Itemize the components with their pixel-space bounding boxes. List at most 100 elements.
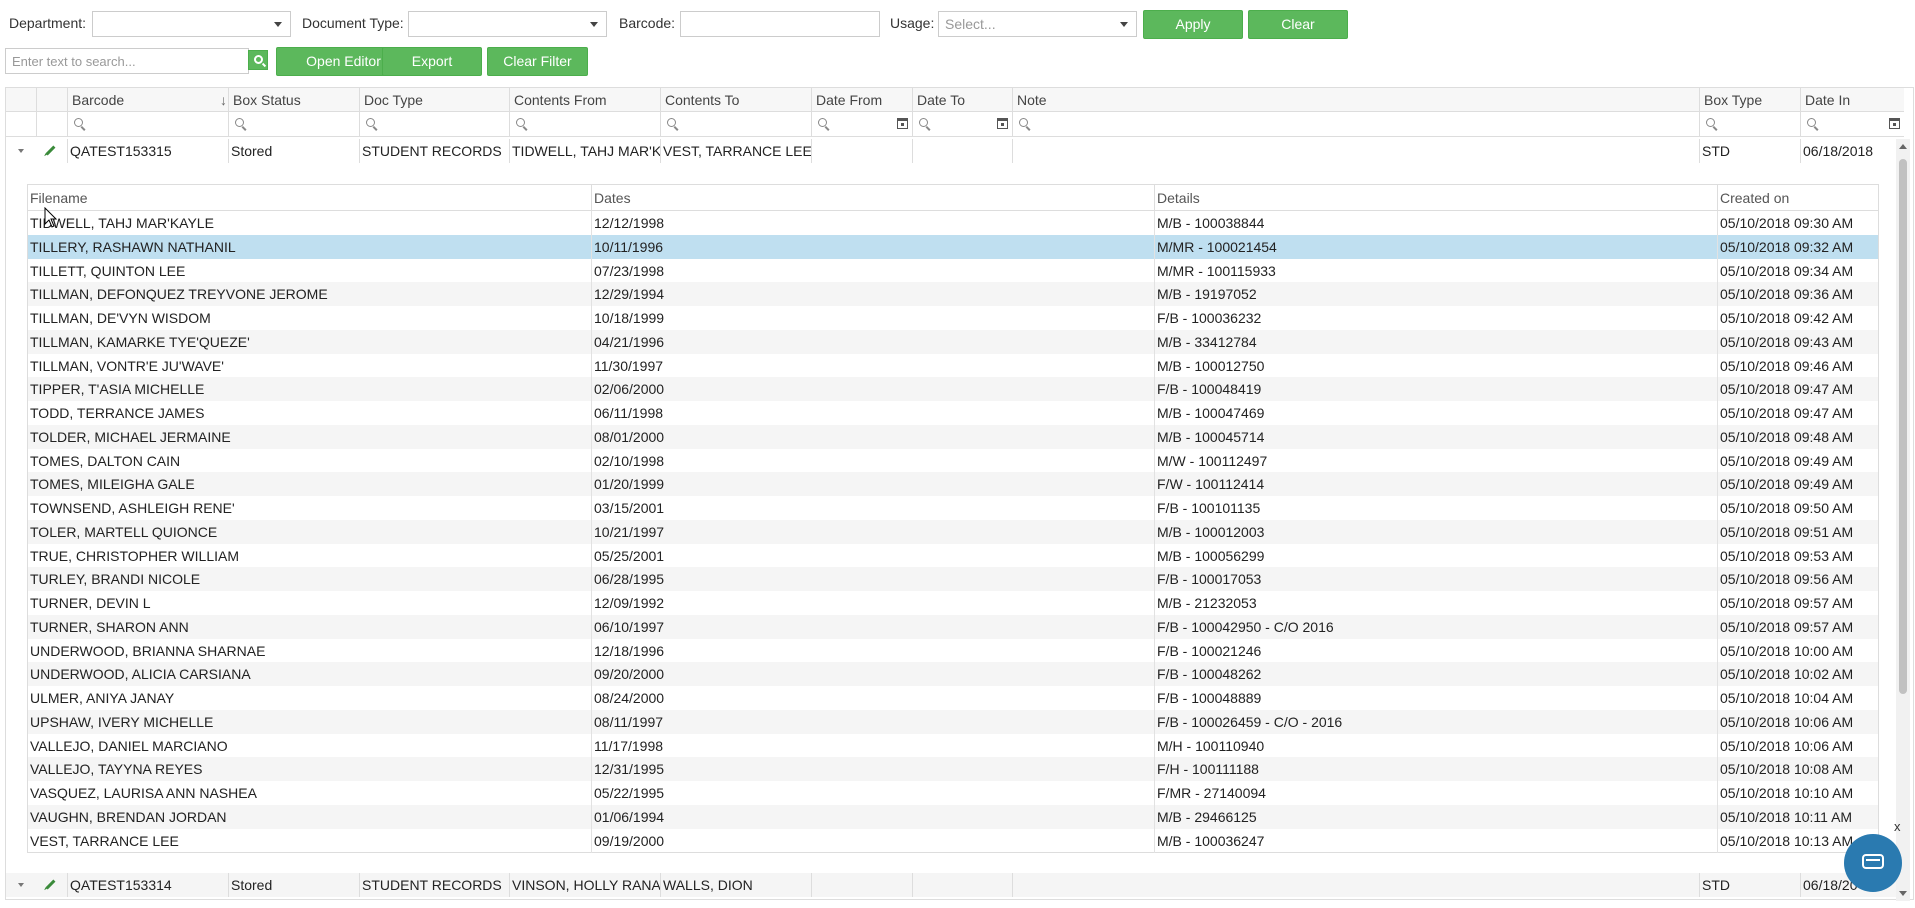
detail-row[interactable]: TOMES, MILEIGHA GALE 01/20/1999 F/W - 1001… xyxy=(28,472,1878,497)
detail-row[interactable]: TRUE, CHRISTOPHER WILLIAM 05/25/2001 M/B -… xyxy=(28,543,1881,568)
clear-filter-button[interactable]: Clear Filter xyxy=(487,47,588,76)
filter-doc-type[interactable] xyxy=(359,112,510,136)
detail-row[interactable]: UPSHAW, IVERY MICHELLE 08/11/1997 F/B - 10… xyxy=(28,709,1878,734)
col-details[interactable]: Details xyxy=(1154,185,1720,211)
col-box-status[interactable]: Box Status xyxy=(228,88,364,112)
col-doc-type[interactable]: Doc Type xyxy=(359,88,514,112)
detail-created-on: 05/10/2018 09:30 AM xyxy=(1717,211,1881,235)
detail-filename: VALLEJO, TAYYNA REYES xyxy=(30,761,203,778)
col-created-on[interactable]: Created on xyxy=(1717,185,1881,211)
detail-filename: VASQUEZ, LAURISA ANN NASHEA xyxy=(30,785,257,801)
detail-row[interactable]: TIPPER, T'ASIA MICHELLE 02/06/2000 F/B - 1… xyxy=(28,377,1878,402)
detail-filename: TILLMAN, DE'VYN WISDOM xyxy=(30,310,211,326)
detail-row[interactable]: ULMER, ANIYA JANAY 08/24/2000 F/B - 100048… xyxy=(28,686,1878,710)
filter-box-status[interactable] xyxy=(228,112,360,136)
barcode-input[interactable] xyxy=(680,11,880,37)
col-contents-to[interactable]: Contents To xyxy=(660,88,816,112)
detail-row[interactable]: TURLEY, BRANDI NICOLE 06/28/1995 F/B - 100… xyxy=(28,567,1878,592)
detail-dates: 06/28/1995 xyxy=(591,567,1157,592)
col-date-to[interactable]: Date To xyxy=(912,88,1017,112)
detail-row[interactable]: VALLEJO, DANIEL MARCIANO 11/17/1998 M/H - … xyxy=(28,733,1878,758)
clear-button[interactable]: Clear xyxy=(1248,10,1348,39)
apply-button[interactable]: Apply xyxy=(1143,10,1243,39)
detail-created-on: 05/10/2018 09:53 AM xyxy=(1717,543,1881,568)
detail-row[interactable]: TILLMAN, DEFONQUEZ TREYVONE JEROME 12/29/… xyxy=(28,282,1878,307)
detail-dates: 08/24/2000 xyxy=(591,686,1157,710)
detail-details: F/B - 100048262 xyxy=(1154,662,1720,687)
detail-row[interactable]: UNDERWOOD, ALICIA CARSIANA 09/20/2000 F/B … xyxy=(28,662,1878,687)
detail-dates: 10/21/1997 xyxy=(591,519,1157,544)
detail-details: F/B - 100021246 xyxy=(1154,638,1720,663)
detail-row[interactable]: TOWNSEND, ASHLEIGH RENE' 03/15/2001 F/B - … xyxy=(28,496,1878,520)
filter-date-from[interactable] xyxy=(811,112,913,136)
search-input[interactable]: Enter text to search... xyxy=(5,48,249,74)
detail-filename: UNDERWOOD, BRIANNA SHARNAE xyxy=(30,642,266,659)
scroll-thumb[interactable] xyxy=(1899,159,1907,694)
detail-body: TIDWELL, TAHJ MAR'KAYLE 12/12/1998 M/B - 1… xyxy=(28,211,1878,853)
collapse-icon[interactable] xyxy=(18,883,24,887)
collapse-icon[interactable] xyxy=(18,149,24,153)
table-row[interactable]: QATEST153314 Stored STUDENT RECORDS VINS… xyxy=(6,873,1896,897)
col-date-in[interactable]: Date In xyxy=(1800,88,1909,112)
detail-row[interactable]: TILLETT, QUINTON LEE 07/23/1998 M/MR - 100… xyxy=(28,258,1878,283)
detail-row[interactable]: TIDWELL, TAHJ MAR'KAYLE 12/12/1998 M/B - 1… xyxy=(28,211,1878,235)
detail-created-on: 05/10/2018 09:47 AM xyxy=(1717,401,1881,425)
doctype-select[interactable] xyxy=(408,11,607,37)
chat-button[interactable] xyxy=(1844,834,1902,892)
col-note[interactable]: Note xyxy=(1012,88,1704,112)
detail-row[interactable]: VEST, TARRANCE LEE 09/19/2000 M/B - 100036… xyxy=(28,828,1878,853)
scroll-up-icon[interactable] xyxy=(1899,144,1907,149)
table-row[interactable]: QATEST153315 Stored STUDENT RECORDS TIDW… xyxy=(6,139,1896,163)
detail-row[interactable]: TILLMAN, VONTR'E JU'WAVE' 11/30/1997 M/B -… xyxy=(28,353,1878,378)
detail-row[interactable]: TILLMAN, KAMARKE TYE'QUEZE' 04/21/1996 M/B… xyxy=(28,329,1878,354)
col-box-type[interactable]: Box Type xyxy=(1699,88,1805,112)
calendar-icon[interactable] xyxy=(1889,118,1900,129)
edit-pencil-icon[interactable] xyxy=(45,145,56,156)
detail-row[interactable]: TOLDER, MICHAEL JERMAINE 08/01/2000 M/B - … xyxy=(28,424,1878,449)
filter-date-to[interactable] xyxy=(912,112,1013,136)
department-select[interactable] xyxy=(92,11,291,37)
detail-row[interactable]: VAUGHN, BRENDAN JORDAN 01/06/1994 M/B - 29… xyxy=(28,804,1878,829)
department-label: Department: xyxy=(9,15,87,31)
detail-dates: 07/23/1998 xyxy=(591,258,1157,283)
col-dates[interactable]: Dates xyxy=(591,185,1157,211)
vertical-scrollbar[interactable] xyxy=(1896,139,1910,901)
detail-dates: 01/06/1994 xyxy=(591,804,1157,829)
detail-row[interactable]: TOMES, DALTON CAIN 02/10/1998 M/W - 100112… xyxy=(28,448,1878,473)
edit-pencil-icon[interactable] xyxy=(45,879,56,890)
filter-contents-to[interactable] xyxy=(660,112,812,136)
detail-row[interactable]: VASQUEZ, LAURISA ANN NASHEA 05/22/1995 F/M… xyxy=(28,781,1878,805)
col-contents-from[interactable]: Contents From xyxy=(509,88,665,112)
filter-note[interactable] xyxy=(1012,112,1700,136)
detail-row[interactable]: TURNER, SHARON ANN 06/10/1997 F/B - 100042… xyxy=(28,614,1881,639)
export-button[interactable]: Export xyxy=(382,47,482,76)
detail-filename: TOMES, MILEIGHA GALE xyxy=(30,476,195,493)
detail-row[interactable]: TURNER, DEVIN L 12/09/1992 M/B - 21232053 0… xyxy=(28,591,1878,615)
filter-date-in[interactable] xyxy=(1800,112,1905,136)
detail-row[interactable]: TILLERY, RASHAWN NATHANIL 10/11/1996 M/MR … xyxy=(28,234,1878,259)
detail-row[interactable]: VALLEJO, TAYYNA REYES 12/31/1995 F/H - 100… xyxy=(28,757,1878,782)
detail-details: M/B - 33412784 xyxy=(1154,329,1720,354)
col-barcode[interactable]: Barcode ↓ xyxy=(67,88,233,112)
filter-box-type[interactable] xyxy=(1699,112,1801,136)
col-date-from[interactable]: Date From xyxy=(811,88,917,112)
detail-dates: 06/10/1997 xyxy=(591,614,1157,639)
filter-contents-from[interactable] xyxy=(509,112,661,136)
chat-bubble-icon xyxy=(1862,854,1884,869)
calendar-icon[interactable] xyxy=(897,118,908,129)
detail-row[interactable]: TOLER, MARTELL QUIONCE 10/21/1997 M/B - 10… xyxy=(28,519,1878,544)
detail-created-on: 05/10/2018 09:57 AM xyxy=(1717,614,1881,639)
detail-row[interactable]: TILLMAN, DE'VYN WISDOM 10/18/1999 F/B - 10… xyxy=(28,306,1878,330)
detail-filename: TURNER, DEVIN L xyxy=(30,595,151,611)
scroll-down-icon[interactable] xyxy=(1899,891,1907,896)
chat-close[interactable]: x xyxy=(1894,819,1901,834)
usage-select[interactable]: Select... xyxy=(938,11,1137,37)
col-filename[interactable]: Filename xyxy=(28,185,593,211)
calendar-icon[interactable] xyxy=(997,118,1008,129)
detail-row[interactable]: TODD, TERRANCE JAMES 06/11/1998 M/B - 1000… xyxy=(28,401,1878,425)
detail-dates: 04/21/1996 xyxy=(591,329,1157,354)
search-button[interactable] xyxy=(248,50,268,70)
detail-row[interactable]: UNDERWOOD, BRIANNA SHARNAE 12/18/1996 F/B … xyxy=(28,638,1878,663)
filter-barcode[interactable] xyxy=(67,112,229,136)
detail-dates: 06/11/1998 xyxy=(591,401,1157,425)
